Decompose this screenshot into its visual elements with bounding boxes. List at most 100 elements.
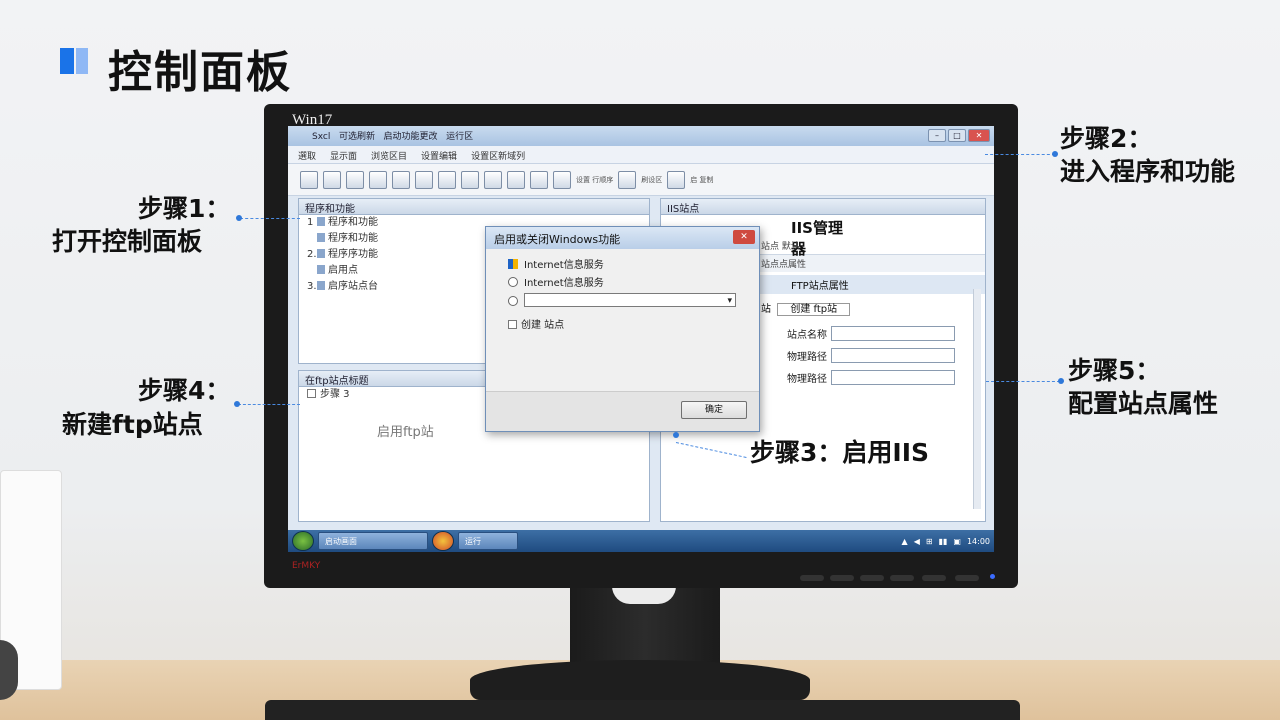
physical-path-input[interactable] — [831, 370, 955, 385]
toolbar-button-icon[interactable] — [667, 170, 686, 189]
physical-path-label: 物理路径 — [787, 352, 827, 363]
step5-label: 步骤5： — [1068, 356, 1161, 385]
speaker-knob — [0, 640, 18, 700]
site-name-label: 站点名称 — [787, 330, 827, 341]
title-menu-item[interactable]: 启动功能更改 — [384, 132, 438, 142]
title-accent-icon — [60, 48, 74, 74]
dialog-close-icon[interactable]: ✕ — [733, 230, 755, 244]
dialog-title: 启用或关闭Windows功能 — [486, 227, 759, 249]
step1-desc: 打开控制面板 — [52, 227, 203, 256]
iis-feature-radio[interactable]: Internet信息服务 — [486, 275, 759, 293]
program-icon — [317, 281, 325, 290]
step1-label: 步骤1： — [138, 194, 231, 223]
toolbar-button-icon[interactable] — [438, 170, 456, 189]
radio-icon[interactable] — [508, 277, 518, 287]
title-menu-item[interactable]: Sxcl — [312, 132, 330, 142]
taskbar: 启动画面 运行 ▲ ◀ ⊞ ▮▮ ▣ 14:00 — [288, 530, 994, 552]
tray-item[interactable]: ▲ — [902, 537, 908, 546]
menu-item[interactable]: 设置区新域列 — [471, 149, 525, 162]
step4-connector — [238, 404, 300, 405]
tray-item[interactable]: ▮▮ — [939, 537, 948, 546]
step3-dot — [673, 432, 679, 438]
maximize-icon[interactable]: □ — [948, 129, 966, 142]
monitor-button[interactable] — [922, 575, 946, 581]
toolbar-button-icon[interactable] — [530, 170, 548, 189]
chevron-down-icon: ▾ — [727, 296, 732, 306]
menu-item[interactable]: 设置编辑 — [421, 149, 457, 162]
title-menu-item[interactable]: 可选刷新 — [339, 132, 375, 142]
stand-cable-hole — [612, 586, 676, 604]
step4-dot — [234, 401, 240, 407]
feature-select-row: ▾ — [486, 293, 759, 311]
physical-path-label: 物理路径 — [787, 374, 827, 385]
monitor-button[interactable] — [890, 575, 914, 581]
page-title: 控制面板 — [108, 47, 292, 98]
monitor-button[interactable] — [860, 575, 884, 581]
site-name-input[interactable] — [831, 326, 955, 341]
menu-item[interactable]: 選取 — [298, 149, 316, 162]
step2-label: 步骤2： — [1060, 124, 1153, 153]
program-icon — [317, 233, 325, 242]
tray-item[interactable]: ◀ — [914, 537, 920, 546]
toolbar-button-icon[interactable] — [553, 170, 571, 189]
taskbar-item[interactable]: 运行 — [458, 532, 518, 550]
toolbar-button-icon[interactable] — [484, 170, 502, 189]
toolbar-button-icon[interactable] — [461, 170, 479, 189]
tray-item[interactable]: ⊞ — [926, 537, 933, 546]
step4-label: 步骤4： — [138, 376, 231, 405]
create-site-field[interactable]: 创建 ftp站 — [777, 303, 851, 316]
close-icon[interactable]: ✕ — [968, 129, 990, 142]
toolbar-button-icon[interactable] — [618, 170, 637, 189]
title-menu-item[interactable]: 运行区 — [446, 132, 473, 142]
checkbox-icon[interactable] — [508, 320, 517, 329]
radio-icon[interactable] — [508, 296, 518, 306]
pane-header: IIS站点 — [661, 199, 985, 215]
step2-desc: 进入程序和功能 — [1060, 157, 1236, 186]
toolbar-button-icon[interactable] — [300, 170, 318, 189]
toolbar-group-label: 启 复制 — [690, 175, 714, 184]
minimize-icon[interactable]: – — [928, 129, 946, 142]
ok-button[interactable]: 确定 — [681, 401, 747, 419]
iis-feature-row[interactable]: Internet信息服务 — [486, 257, 759, 275]
taskbar-item[interactable]: 启动画面 — [318, 532, 428, 550]
toolbar-button-icon[interactable] — [392, 170, 410, 189]
toolbar-button-icon[interactable] — [507, 170, 525, 189]
monitor-base — [470, 660, 810, 700]
clock[interactable]: 14:00 — [967, 537, 990, 546]
pane-header: 程序和功能 — [299, 199, 649, 215]
monitor-button[interactable] — [800, 575, 824, 581]
feature-select[interactable]: ▾ — [524, 293, 736, 307]
program-icon — [317, 249, 325, 258]
toolbar-group-label: 设置 行顺序 — [576, 175, 614, 184]
step2-dot — [1052, 151, 1058, 157]
toolbar-group-label: 刷设区 — [641, 175, 663, 184]
monitor-button[interactable] — [955, 575, 979, 581]
monitor-logo: ErMKY — [292, 561, 321, 571]
checkbox-icon[interactable] — [307, 389, 316, 398]
tray-item[interactable]: ▣ — [953, 537, 961, 546]
browser-icon[interactable] — [432, 531, 454, 551]
toolbar-button-icon[interactable] — [369, 170, 387, 189]
create-site-checkbox[interactable]: 创建 站点 — [486, 317, 759, 335]
monitor-button[interactable] — [830, 575, 854, 581]
physical-path-input[interactable] — [831, 348, 955, 363]
toolbar-button-icon[interactable] — [415, 170, 433, 189]
window-titlebar: Sxcl 可选刷新 启动功能更改 运行区 – □ ✕ — [288, 126, 994, 146]
menu-item[interactable]: 显示面 — [330, 149, 357, 162]
step2-connector — [985, 154, 1055, 155]
step1-dot — [236, 215, 242, 221]
step4-desc: 新建ftp站点 — [62, 410, 203, 439]
title-accent-light-icon — [76, 48, 88, 74]
menu-item[interactable]: 浏览区目 — [371, 149, 407, 162]
toolbar-button-icon[interactable] — [346, 170, 364, 189]
step5-dot — [1058, 378, 1064, 384]
toolbar-button-icon[interactable] — [323, 170, 341, 189]
step5-connector — [986, 381, 1060, 382]
start-button-icon[interactable] — [292, 531, 314, 551]
scrollbar[interactable] — [973, 289, 981, 509]
windows-features-dialog: 启用或关闭Windows功能 ✕ Internet信息服务 Internet信息… — [485, 226, 760, 432]
windows-flag-icon — [508, 259, 518, 269]
keyboard — [265, 700, 1020, 720]
program-icon — [317, 217, 325, 226]
screen: Sxcl 可选刷新 启动功能更改 运行区 – □ ✕ 選取 显示面 浏览区目 设… — [288, 126, 994, 552]
